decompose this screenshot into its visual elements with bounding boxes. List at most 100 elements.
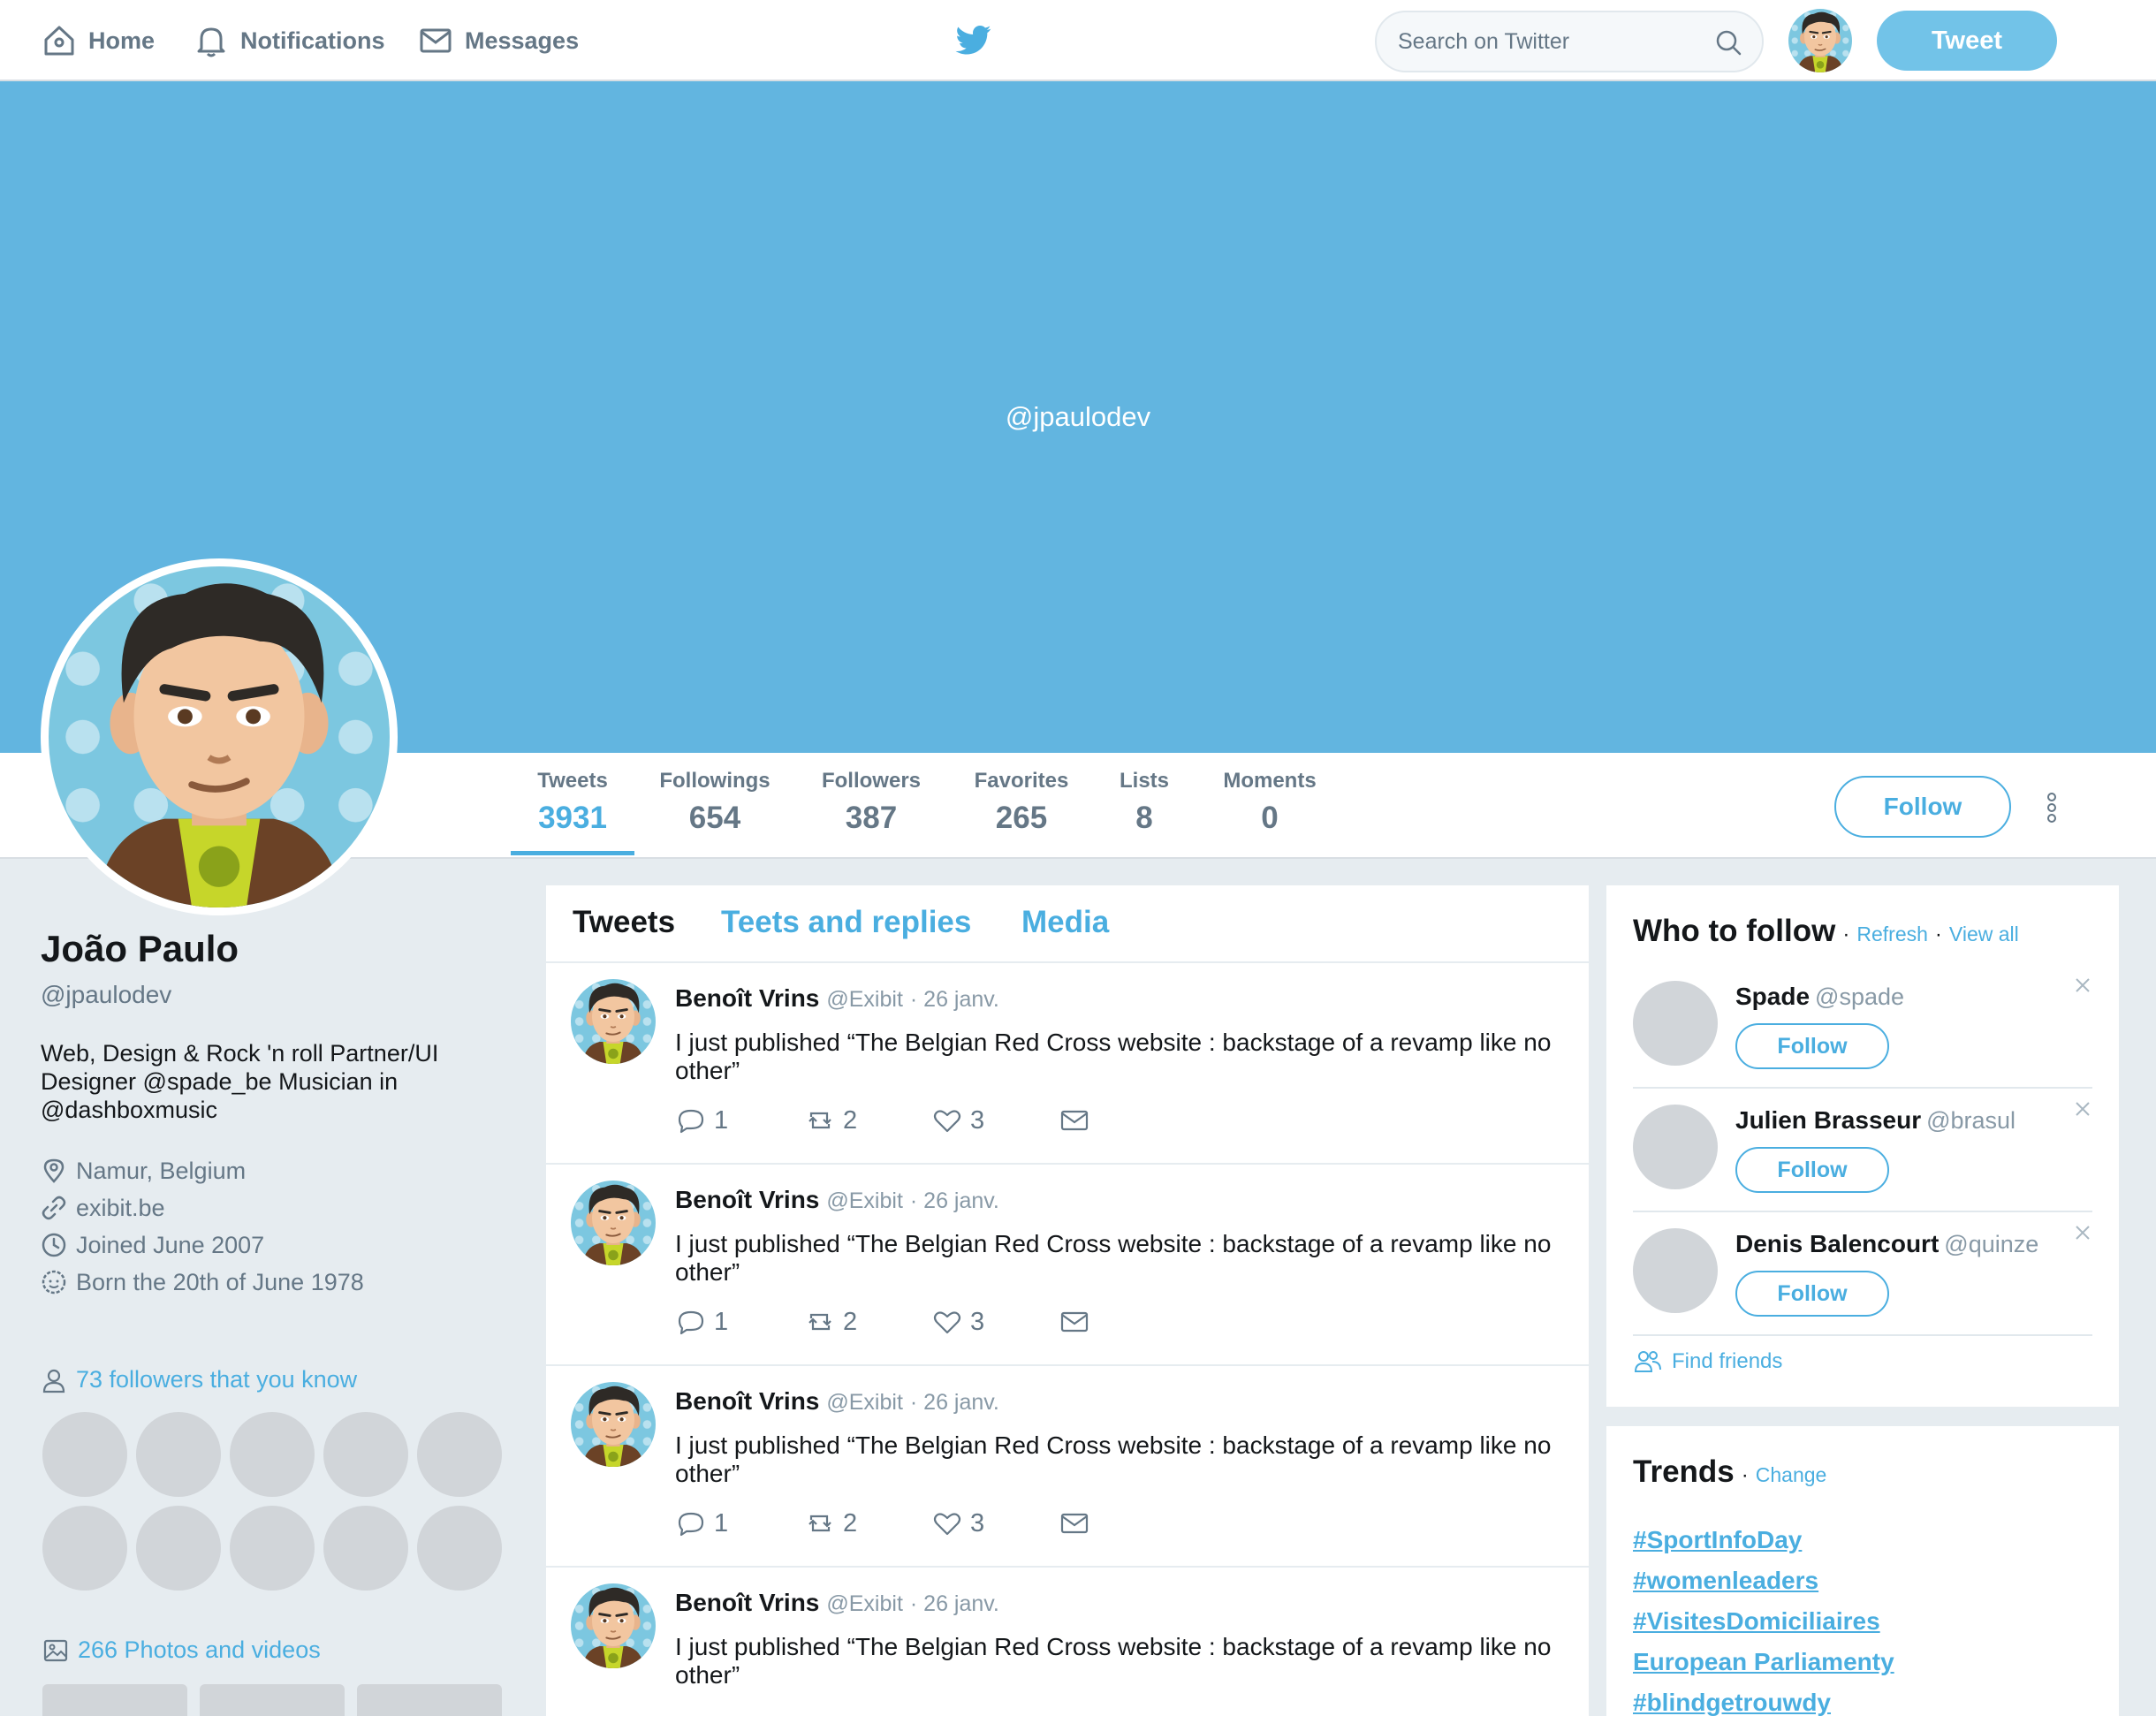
close-icon[interactable]	[2073, 1223, 2092, 1242]
photos-videos-link[interactable]: 266 Photos and videos	[42, 1636, 321, 1664]
tweet-author-handle[interactable]: @Exibit	[826, 1591, 903, 1617]
nav-messages-label: Messages	[465, 27, 580, 54]
suggestion-follow-button[interactable]: Follow	[1735, 1271, 1889, 1317]
search-icon[interactable]	[1714, 28, 1742, 57]
stat-favorites[interactable]: Favorites 265	[968, 769, 1074, 855]
follower-avatar[interactable]	[230, 1506, 315, 1591]
tweet-author-avatar[interactable]	[571, 1583, 656, 1668]
account-avatar[interactable]	[1788, 9, 1852, 72]
follower-avatar[interactable]	[323, 1412, 408, 1497]
trend-item[interactable]: #VisitesDomiciliaires	[1633, 1601, 1894, 1642]
followers-you-know-link[interactable]: 73 followers that you know	[41, 1366, 357, 1393]
trend-item[interactable]: #womenleaders	[1633, 1560, 1894, 1601]
tweet-author-avatar[interactable]	[571, 1181, 656, 1265]
follower-avatar[interactable]	[417, 1412, 502, 1497]
reply-action[interactable]: 1	[675, 1105, 728, 1136]
search-box[interactable]	[1375, 11, 1764, 72]
like-action[interactable]: 3	[931, 1507, 984, 1539]
reply-action[interactable]: 1	[675, 1306, 728, 1338]
like-action[interactable]: 3	[931, 1306, 984, 1338]
tweet-author-name[interactable]: Benoît Vrins	[675, 1589, 819, 1617]
tweet-author-handle[interactable]: @Exibit	[826, 987, 903, 1013]
direct-message-action[interactable]	[1059, 1105, 1090, 1136]
find-friends-link[interactable]: Find friends	[1633, 1347, 1782, 1377]
suggestion-name[interactable]: Denis Balencourt	[1735, 1230, 1939, 1258]
tab-tweets-and-replies[interactable]: Teets and replies	[721, 905, 971, 940]
reply-action[interactable]: 1	[675, 1507, 728, 1539]
trend-item[interactable]: #SportInfoDay	[1633, 1520, 1894, 1560]
tab-media[interactable]: Media	[1021, 905, 1109, 940]
profile-website[interactable]: exibit.be	[41, 1189, 518, 1226]
twitter-bird-icon[interactable]	[954, 22, 993, 57]
retweet-action[interactable]: 2	[804, 1105, 857, 1136]
direct-message-action[interactable]	[1059, 1507, 1090, 1539]
follower-avatar[interactable]	[42, 1506, 127, 1591]
followers-you-know-text[interactable]: 73 followers that you know	[76, 1366, 357, 1393]
suggestion-avatar[interactable]	[1633, 1105, 1718, 1189]
stat-tweets[interactable]: Tweets 3931	[511, 769, 634, 855]
suggestion-avatar[interactable]	[1633, 981, 1718, 1066]
tweet-date[interactable]: · 26 janv.	[910, 1591, 999, 1617]
tweet-date[interactable]: · 26 janv.	[910, 1188, 999, 1214]
tweet-author-handle[interactable]: @Exibit	[826, 1188, 903, 1214]
follower-avatar[interactable]	[136, 1412, 221, 1497]
retweet-action[interactable]: 2	[804, 1507, 857, 1539]
stat-followers[interactable]: Followers 387	[818, 769, 924, 855]
suggestion-follow-button[interactable]: Follow	[1735, 1023, 1889, 1069]
stat-followings[interactable]: Followings 654	[657, 769, 772, 855]
find-friends-text[interactable]: Find friends	[1672, 1349, 1782, 1374]
follower-avatar[interactable]	[136, 1506, 221, 1591]
trend-item[interactable]: European Parliamenty	[1633, 1642, 1894, 1682]
view-all-link[interactable]: View all	[1949, 923, 2019, 946]
follower-avatar[interactable]	[230, 1412, 315, 1497]
follower-avatar[interactable]	[323, 1506, 408, 1591]
stat-lists[interactable]: Lists 8	[1115, 769, 1173, 855]
refresh-link[interactable]: Refresh	[1856, 923, 1928, 946]
tweet-author-handle[interactable]: @Exibit	[826, 1390, 903, 1416]
suggestion-avatar[interactable]	[1633, 1228, 1718, 1313]
tweet-author-avatar[interactable]	[571, 979, 656, 1064]
profile-website-text[interactable]: exibit.be	[76, 1195, 165, 1222]
follower-avatar[interactable]	[42, 1412, 127, 1497]
suggestion-name[interactable]: Spade	[1735, 983, 1810, 1011]
suggestion-handle[interactable]: @quinze	[1944, 1231, 2038, 1258]
tab-tweets[interactable]: Tweets	[573, 905, 675, 940]
retweet-action[interactable]: 2	[804, 1306, 857, 1338]
suggestion-handle[interactable]: @brasul	[1926, 1107, 2016, 1135]
close-icon[interactable]	[2073, 1099, 2092, 1119]
tweet-author-name[interactable]: Benoît Vrins	[675, 1387, 819, 1416]
profile-avatar[interactable]	[41, 558, 398, 915]
tweet-author-name[interactable]: Benoît Vrins	[675, 984, 819, 1013]
tweet-author-name[interactable]: Benoît Vrins	[675, 1186, 819, 1214]
follower-avatar[interactable]	[417, 1506, 502, 1591]
like-action[interactable]: 3	[931, 1105, 984, 1136]
nav-messages[interactable]: Messages	[417, 19, 579, 62]
tweet-date[interactable]: · 26 janv.	[910, 1390, 999, 1416]
profile-handle[interactable]: @jpaulodev	[41, 981, 518, 1009]
nav-notifications[interactable]: Notifications	[193, 19, 385, 62]
photo-thumbnail[interactable]	[200, 1684, 345, 1716]
tweet-date[interactable]: · 26 janv.	[910, 987, 999, 1013]
search-input[interactable]	[1398, 12, 1698, 71]
follow-button[interactable]: Follow	[1834, 776, 2011, 838]
suggestion-follow-button[interactable]: Follow	[1735, 1147, 1889, 1193]
tweet-button[interactable]: Tweet	[1877, 11, 2057, 71]
tweet-item[interactable]: Benoît Vrins @Exibit · 26 janv. I just p…	[546, 1165, 1589, 1366]
close-icon[interactable]	[2073, 976, 2092, 995]
photo-thumbnail[interactable]	[42, 1684, 187, 1716]
suggestion-handle[interactable]: @spade	[1815, 983, 1904, 1011]
nav-home[interactable]: Home	[41, 19, 155, 62]
profile-joined: Joined June 2007	[41, 1226, 518, 1264]
photos-videos-text[interactable]: 266 Photos and videos	[78, 1636, 321, 1664]
trend-item[interactable]: #blindgetrouwdy	[1633, 1682, 1894, 1716]
vertical-dots-icon[interactable]	[2041, 790, 2062, 825]
tweet-item[interactable]: Benoît Vrins @Exibit · 26 janv. I just p…	[546, 963, 1589, 1165]
stat-moments[interactable]: Moments 0	[1219, 769, 1320, 855]
change-trends-link[interactable]: Change	[1756, 1463, 1827, 1487]
tweet-item[interactable]: Benoît Vrins @Exibit · 26 janv. I just p…	[546, 1366, 1589, 1568]
tweet-author-avatar[interactable]	[571, 1382, 656, 1467]
suggestion-name[interactable]: Julien Brasseur	[1735, 1106, 1921, 1135]
direct-message-action[interactable]	[1059, 1306, 1090, 1338]
photo-thumbnail[interactable]	[357, 1684, 502, 1716]
tweet-item[interactable]: Benoît Vrins @Exibit · 26 janv. I just p…	[546, 1568, 1589, 1716]
